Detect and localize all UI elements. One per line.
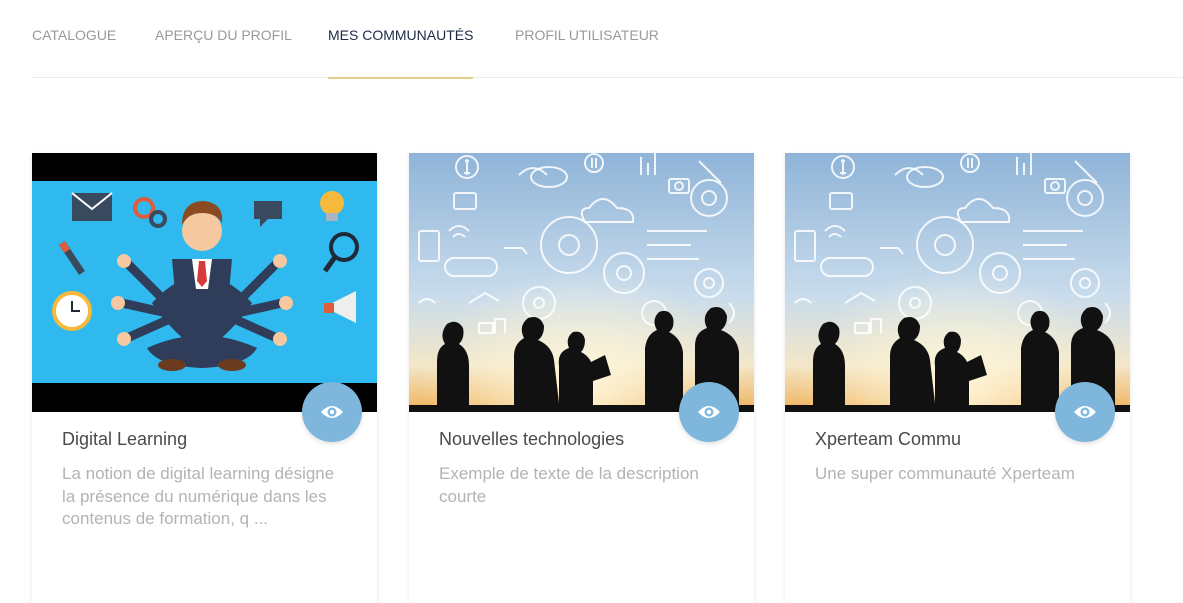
- community-description: Exemple de texte de la description court…: [439, 464, 699, 506]
- community-title[interactable]: Digital Learning: [62, 429, 187, 450]
- community-thumbnail: [32, 153, 377, 412]
- business-silhouettes-technology-image: [409, 153, 754, 412]
- community-card-digital-learning[interactable]: Digital Learning La notion de digital le…: [32, 153, 377, 603]
- tab-my-communities[interactable]: MES COMMUNAUTÉS: [328, 0, 474, 79]
- community-card-xperteam[interactable]: Xperteam Commu Une super communauté Xper…: [785, 153, 1130, 603]
- community-thumbnail: [409, 153, 754, 412]
- community-thumbnail: [785, 153, 1130, 412]
- community-title[interactable]: Xperteam Commu: [815, 429, 961, 450]
- eye-icon: [698, 406, 720, 418]
- view-community-button[interactable]: [1055, 382, 1115, 442]
- eye-icon: [1074, 406, 1096, 418]
- community-title[interactable]: Nouvelles technologies: [439, 429, 624, 450]
- community-card-new-technologies[interactable]: Nouvelles technologies Exemple de texte …: [409, 153, 754, 603]
- multitasking-businessman-illustration: [32, 153, 377, 412]
- tab-catalogue[interactable]: CATALOGUE: [32, 0, 116, 78]
- business-silhouettes-technology-image: [785, 153, 1130, 412]
- view-community-button[interactable]: [679, 382, 739, 442]
- view-community-button[interactable]: [302, 382, 362, 442]
- community-description: Une super communauté Xperteam: [815, 464, 1075, 483]
- community-description: La notion de digital learning désigne la…: [62, 464, 335, 528]
- community-tabs: CATALOGUE APERÇU DU PROFIL MES COMMUNAUT…: [32, 0, 1183, 79]
- tab-user-profile[interactable]: PROFIL UTILISATEUR: [515, 0, 659, 78]
- eye-icon: [321, 406, 343, 418]
- tab-profile-overview[interactable]: APERÇU DU PROFIL: [155, 0, 292, 78]
